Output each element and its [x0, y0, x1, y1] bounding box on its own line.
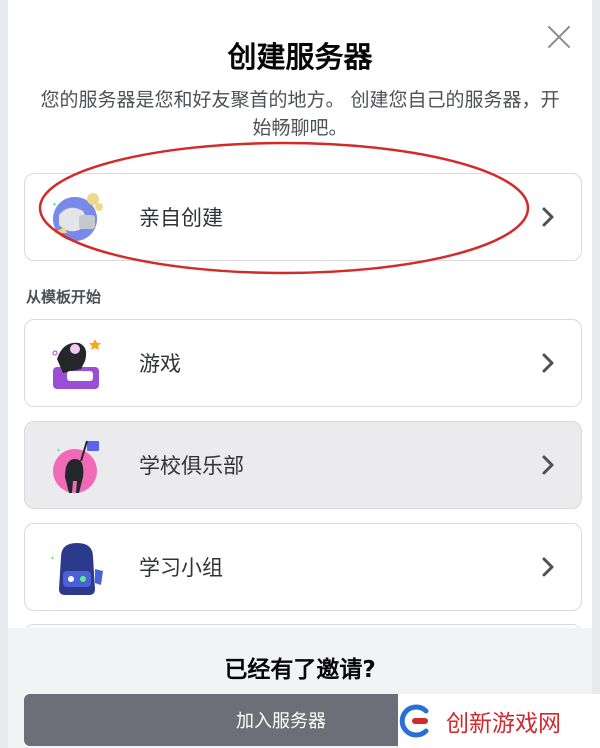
gaming-icon — [52, 339, 101, 389]
template-study-group-label: 学习小组 — [139, 556, 223, 580]
create-own-label: 亲自创建 — [139, 206, 223, 230]
template-gaming-label: 游戏 — [139, 352, 181, 376]
template-gaming[interactable]: 游戏 — [24, 319, 582, 407]
create-own-button[interactable]: 亲自创建 — [24, 173, 582, 261]
template-school-club-label: 学校俱乐部 — [139, 454, 244, 478]
template-study-group[interactable]: 学习小组 — [24, 523, 582, 611]
footer-title: 已经有了邀请? — [224, 657, 376, 683]
watermark-text: 创新游戏网 — [446, 711, 561, 737]
modal-subtitle: 您的服务器是您和好友聚首的地方。 创建您自己的服务器，开始畅聊吧。 — [40, 89, 560, 139]
chevron-right-icon — [542, 455, 554, 475]
chevron-right-icon — [542, 207, 554, 227]
section-heading: 从模板开始 — [26, 288, 102, 306]
create-server-modal: 创建服务器 您的服务器是您和好友聚首的地方。 创建您自己的服务器，开始畅聊吧。 … — [8, 0, 592, 748]
site-watermark: 创新游戏网 — [398, 694, 600, 748]
school-club-icon — [53, 440, 99, 493]
watermark-logo-icon — [399, 704, 429, 738]
backpack-icon — [51, 543, 103, 595]
globe-create-icon — [53, 193, 103, 241]
chevron-right-icon — [542, 353, 554, 373]
template-school-club[interactable]: 学校俱乐部 — [24, 421, 582, 509]
modal-title: 创建服务器 — [227, 40, 373, 74]
join-server-label: 加入服务器 — [236, 711, 326, 732]
chevron-right-icon — [542, 557, 554, 577]
